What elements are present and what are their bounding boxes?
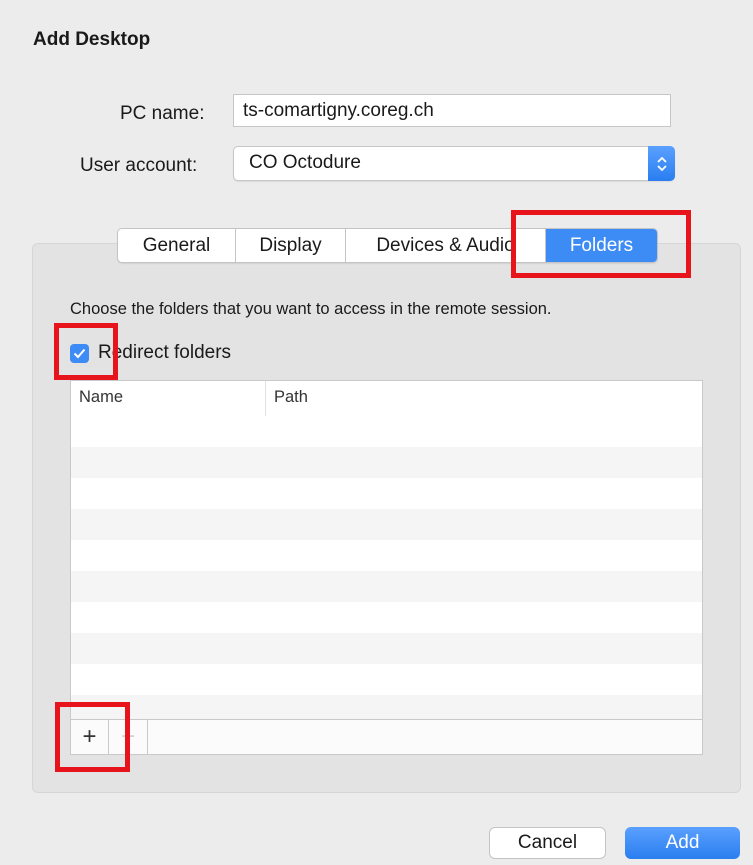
table-row bbox=[71, 416, 702, 447]
table-row bbox=[71, 602, 702, 633]
table-row bbox=[71, 571, 702, 602]
highlight-box-folders-tab bbox=[511, 210, 691, 278]
table-row bbox=[71, 478, 702, 509]
folders-description: Choose the folders that you want to acce… bbox=[70, 300, 552, 318]
add-button[interactable]: Add bbox=[625, 827, 740, 859]
table-row bbox=[71, 633, 702, 664]
user-account-value: CO Octodure bbox=[249, 152, 361, 173]
table-row bbox=[71, 695, 702, 719]
tab-display[interactable]: Display bbox=[236, 229, 346, 262]
table-header: Name Path bbox=[71, 381, 702, 417]
table-row bbox=[71, 540, 702, 571]
pc-name-field[interactable]: ts-comartigny.coreg.ch bbox=[233, 94, 671, 127]
chevron-updown-icon bbox=[648, 146, 675, 181]
column-header-path[interactable]: Path bbox=[266, 381, 308, 416]
column-header-name[interactable]: Name bbox=[71, 381, 266, 416]
cancel-button[interactable]: Cancel bbox=[489, 827, 606, 859]
pc-name-label: PC name: bbox=[120, 103, 205, 124]
table-toolbar: + − bbox=[70, 719, 703, 755]
highlight-box-checkbox bbox=[54, 323, 118, 380]
folders-table[interactable]: Name Path bbox=[70, 380, 703, 720]
dialog-title: Add Desktop bbox=[33, 29, 151, 50]
table-row bbox=[71, 664, 702, 695]
tab-general[interactable]: General bbox=[118, 229, 236, 262]
user-account-select[interactable]: CO Octodure bbox=[233, 146, 675, 181]
table-row bbox=[71, 447, 702, 478]
user-account-label: User account: bbox=[80, 155, 198, 176]
table-rows bbox=[71, 416, 702, 719]
table-row bbox=[71, 509, 702, 540]
highlight-box-add-button bbox=[55, 702, 130, 772]
